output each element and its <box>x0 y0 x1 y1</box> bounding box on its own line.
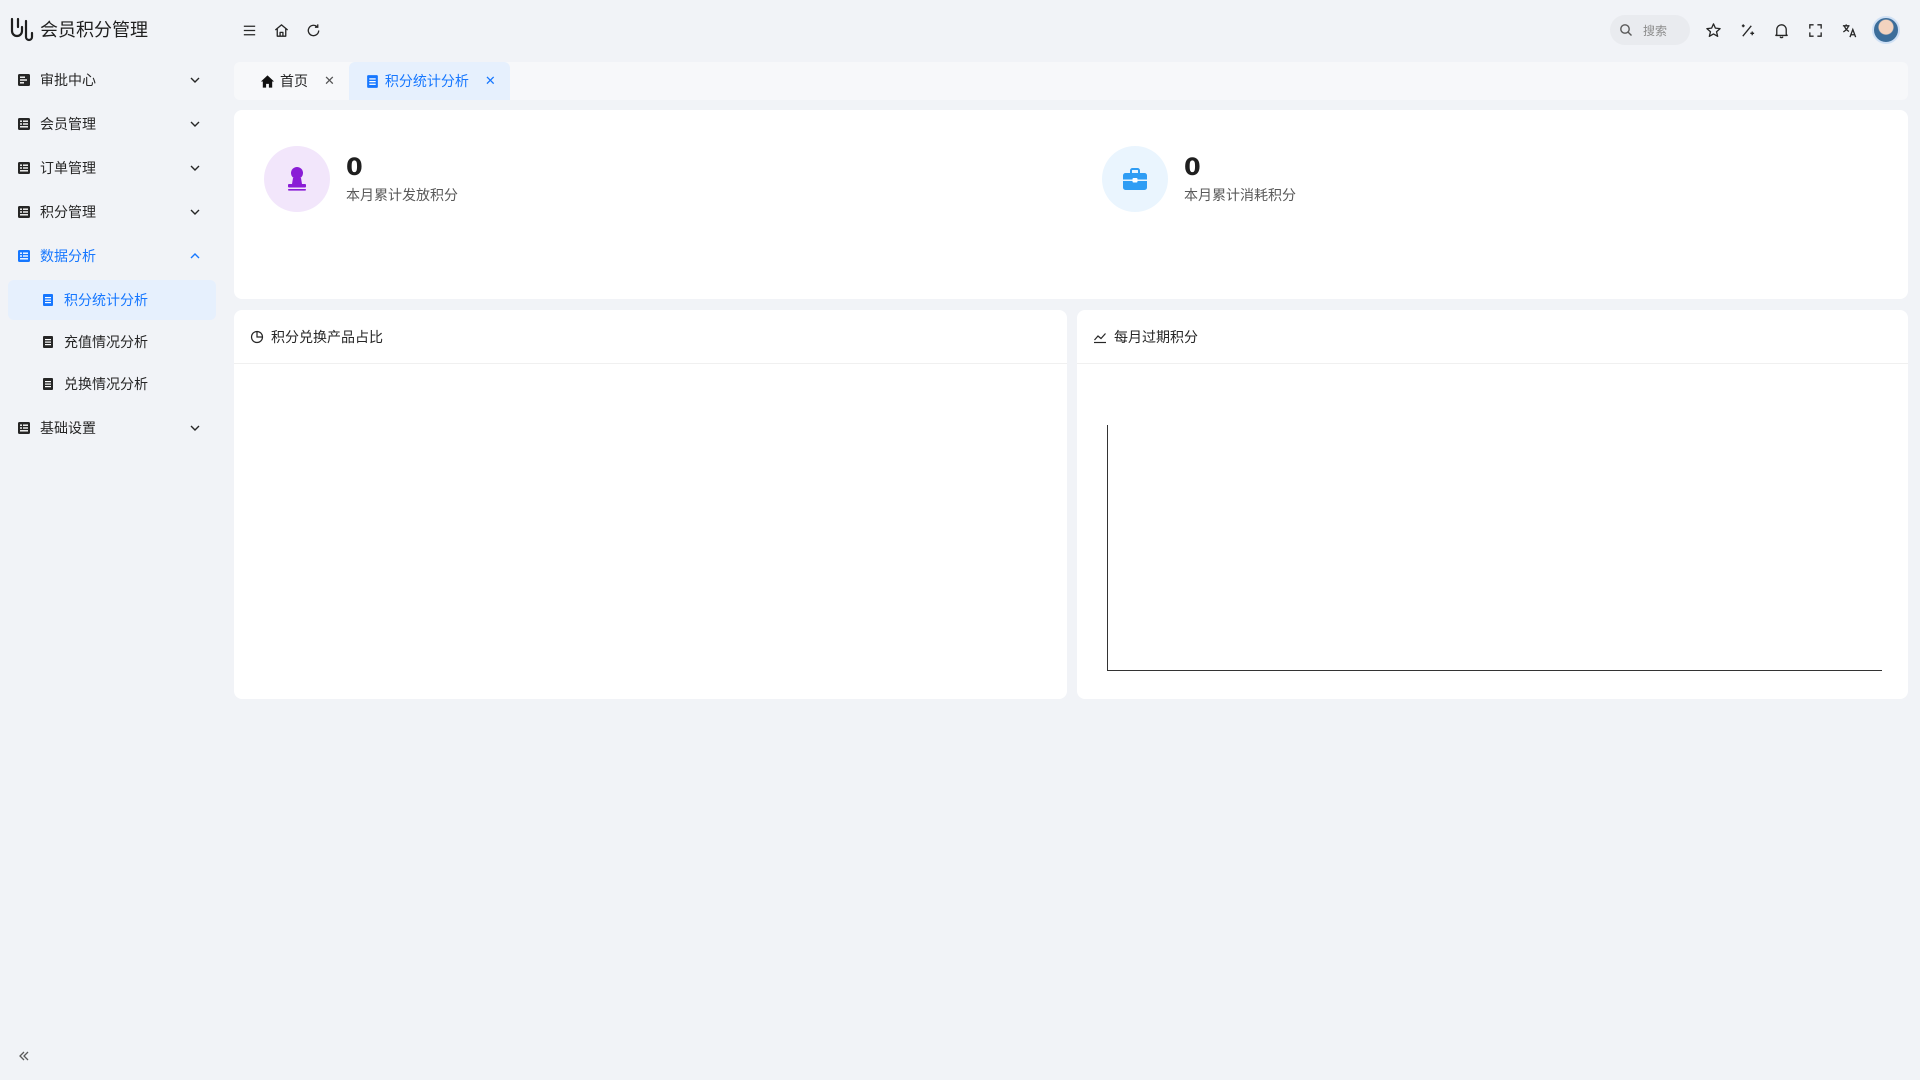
magic-wand-icon <box>1741 23 1754 37</box>
panel-title: 积分兑换产品占比 <box>271 329 383 346</box>
line-chart <box>1107 425 1882 671</box>
analytics-icon <box>18 250 30 262</box>
home-button[interactable] <box>270 19 292 41</box>
refresh-button[interactable] <box>302 19 324 41</box>
bell-icon <box>1774 23 1788 38</box>
stat-consumed-points: 0 本月累计消耗积分 <box>1102 146 1296 212</box>
chevron-down-icon <box>190 121 200 127</box>
notifications-button[interactable] <box>1770 19 1792 41</box>
approval-icon <box>18 74 30 86</box>
star-icon <box>1705 22 1721 37</box>
refresh-icon <box>307 23 319 36</box>
top-header: 搜索 <box>224 0 1920 60</box>
sidebar-item-label: 基础设置 <box>40 421 96 437</box>
favorites-button[interactable] <box>1702 19 1724 41</box>
panel-header: 每月过期积分 <box>1077 310 1908 364</box>
stats-card: 0 本月累计发放积分 0 本月累计消耗积分 <box>234 110 1908 299</box>
document-icon <box>43 378 53 390</box>
page-tabs: 首页 ✕ 积分统计分析 ✕ <box>234 62 1908 100</box>
stat-label: 本月累计消耗积分 <box>1184 188 1296 204</box>
chevron-up-icon <box>190 253 200 259</box>
sidebar-subitem-recharge[interactable]: 充值情况分析 <box>8 322 216 362</box>
theme-button[interactable] <box>1736 19 1758 41</box>
tab-points-stats[interactable]: 积分统计分析 ✕ <box>348 62 510 100</box>
menu-toggle-button[interactable] <box>238 19 260 41</box>
sidebar-subitem-points-stats[interactable]: 积分统计分析 <box>8 280 216 320</box>
tab-home[interactable]: 首页 ✕ <box>234 62 349 100</box>
pie-chart-area <box>234 365 1067 699</box>
line-chart-area <box>1077 365 1908 699</box>
home-icon <box>274 23 288 37</box>
tab-label: 首页 <box>280 74 308 90</box>
close-icon[interactable]: ✕ <box>485 74 496 89</box>
sidebar-item-label: 会员管理 <box>40 117 96 133</box>
fullscreen-icon <box>1808 23 1822 37</box>
stat-value: 0 <box>346 153 363 181</box>
stat-issued-points: 0 本月累计发放积分 <box>264 146 458 212</box>
sidebar-item-label: 审批中心 <box>40 73 96 89</box>
search-placeholder: 搜索 <box>1643 23 1668 38</box>
stamp-icon <box>288 167 306 191</box>
pie-chart <box>234 365 1067 699</box>
sidebar-item-analytics[interactable]: 数据分析 <box>0 234 216 278</box>
chevron-down-icon <box>190 209 200 215</box>
sidebar-item-label: 订单管理 <box>40 161 96 177</box>
collapse-sidebar-icon[interactable] <box>16 1048 32 1064</box>
member-icon <box>18 118 30 130</box>
stat-bubble <box>1102 146 1168 212</box>
pie-chart-icon <box>250 330 264 343</box>
sidebar-item-members[interactable]: 会员管理 <box>0 102 216 146</box>
sidebar-item-label: 数据分析 <box>40 249 96 265</box>
line-chart-panel: 每月过期积分 <box>1077 310 1908 699</box>
language-button[interactable] <box>1838 19 1860 41</box>
chevron-down-icon <box>190 77 200 83</box>
sidebar-menu: 审批中心 会员管理 订单管理 积分管理 数据分析 积分统计分析 充值情况分析 兑… <box>0 58 224 450</box>
chevron-down-icon <box>190 165 200 171</box>
document-icon <box>43 336 53 348</box>
sidebar-item-settings[interactable]: 基础设置 <box>0 406 216 450</box>
line-chart-icon <box>1094 332 1106 343</box>
tab-label: 积分统计分析 <box>384 74 469 90</box>
sidebar: 会员积分管理 审批中心 会员管理 订单管理 积分管理 数据分析 积分统计分析 充… <box>0 0 224 1080</box>
sidebar-item-approval[interactable]: 审批中心 <box>0 58 216 102</box>
document-icon <box>43 294 53 306</box>
sidebar-item-points[interactable]: 积分管理 <box>0 190 216 234</box>
sidebar-subitem-exchange[interactable]: 兑换情况分析 <box>8 364 216 404</box>
sidebar-subitem-label: 兑换情况分析 <box>64 377 148 393</box>
search-icon <box>1620 24 1632 36</box>
sidebar-subitem-label: 积分统计分析 <box>64 293 148 309</box>
stat-label: 本月累计发放积分 <box>346 188 458 204</box>
search-input[interactable]: 搜索 <box>1610 15 1690 45</box>
sidebar-subitem-label: 充值情况分析 <box>64 335 148 351</box>
chevron-down-icon <box>190 425 200 431</box>
sidebar-item-label: 积分管理 <box>40 205 96 221</box>
home-icon <box>260 74 275 88</box>
fullscreen-button[interactable] <box>1804 19 1826 41</box>
translate-icon <box>1842 23 1856 37</box>
toolbox-icon <box>1123 168 1147 190</box>
document-icon <box>367 74 378 88</box>
stat-bubble <box>264 146 330 212</box>
sidebar-item-orders[interactable]: 订单管理 <box>0 146 216 190</box>
app-logo-icon <box>10 17 34 42</box>
points-icon <box>18 206 30 218</box>
user-avatar[interactable] <box>1872 16 1900 44</box>
settings-icon <box>18 422 30 434</box>
hamburger-icon <box>243 25 255 35</box>
close-icon[interactable]: ✕ <box>324 74 335 89</box>
panel-header: 积分兑换产品占比 <box>234 310 1067 364</box>
app-title: 会员积分管理 <box>40 20 148 41</box>
order-icon <box>18 162 30 174</box>
panel-title: 每月过期积分 <box>1114 329 1198 346</box>
pie-chart-panel: 积分兑换产品占比 <box>234 310 1067 699</box>
app-logo[interactable]: 会员积分管理 <box>0 0 224 58</box>
stat-value: 0 <box>1184 153 1201 181</box>
